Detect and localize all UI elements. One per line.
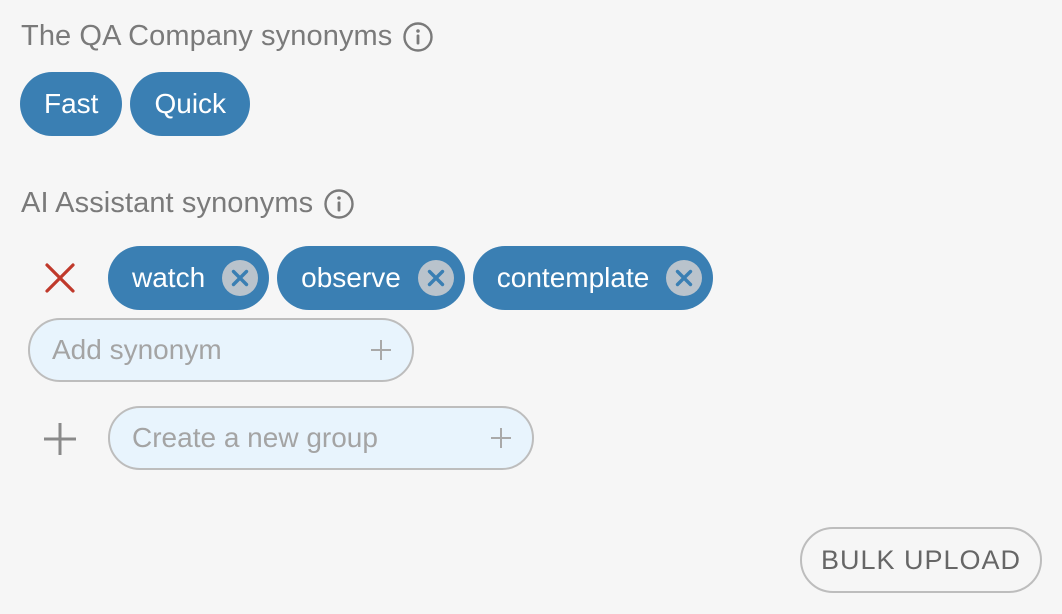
add-group-plus-icon[interactable] xyxy=(41,420,79,458)
create-group-plus-icon[interactable] xyxy=(488,425,514,451)
chip-label: watch xyxy=(132,262,206,293)
add-synonym-input[interactable] xyxy=(52,334,368,366)
create-group-input[interactable] xyxy=(132,422,488,454)
synonym-chip[interactable]: Fast xyxy=(20,72,123,136)
add-synonym-field xyxy=(28,318,414,382)
chip-list-qa-company: Fast Quick xyxy=(20,72,258,136)
create-group-field xyxy=(108,406,534,470)
synonym-chip[interactable]: Quick xyxy=(130,72,251,136)
bulk-upload-button[interactable]: BULK UPLOAD xyxy=(800,527,1042,593)
delete-group-x-icon[interactable] xyxy=(42,260,78,296)
group-title-label: AI Assistant synonyms xyxy=(21,187,314,219)
chip-label: observe xyxy=(301,262,401,293)
info-icon[interactable] xyxy=(402,21,434,53)
synonym-chip: watch xyxy=(108,246,270,310)
group-title-ai-assistant: AI Assistant synonyms xyxy=(21,187,355,220)
group-title-label: The QA Company synonyms xyxy=(21,20,393,52)
remove-chip-icon[interactable] xyxy=(221,259,259,297)
synonym-chip: contemplate xyxy=(472,246,714,310)
chip-label: contemplate xyxy=(496,262,650,293)
remove-chip-icon[interactable] xyxy=(665,259,703,297)
info-icon[interactable] xyxy=(323,188,355,220)
chip-list-ai-assistant: watch observe contemplate xyxy=(108,246,721,310)
remove-chip-icon[interactable] xyxy=(417,259,455,297)
add-synonym-plus-icon[interactable] xyxy=(368,337,394,363)
group-title-qa-company: The QA Company synonyms xyxy=(21,20,434,53)
synonym-chip: observe xyxy=(277,246,465,310)
